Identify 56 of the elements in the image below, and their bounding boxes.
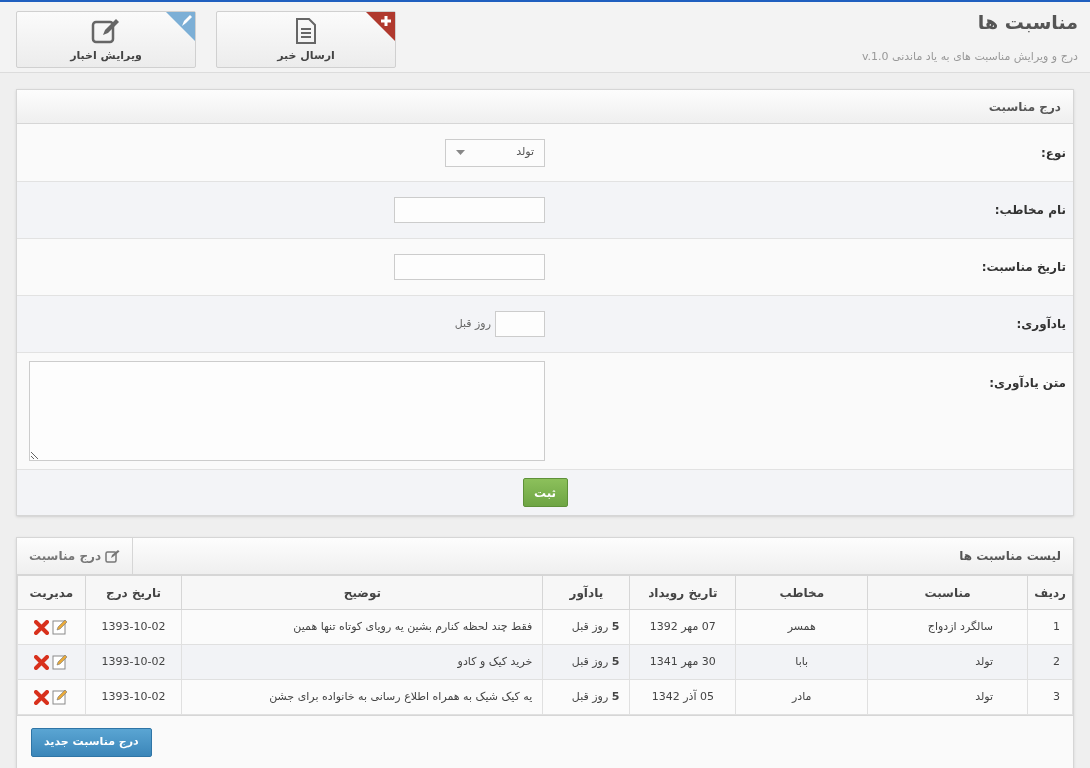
table-cell: خرید کیک و کادو	[181, 644, 543, 680]
delete-icon[interactable]	[34, 654, 50, 670]
table-cell: 07 مهر 1392	[629, 609, 736, 645]
panel-title: درج مناسبت	[17, 90, 1073, 124]
table-cell: تولد	[867, 644, 1028, 680]
field-label: نوع:	[1039, 144, 1067, 162]
column-header: توضیح	[181, 575, 543, 610]
table-cell: 1393-10-02	[85, 609, 182, 645]
table-cell: یه کیک شیک به همراه اطلاع رسانی به خانواده برای جشن	[181, 679, 543, 715]
field-label: متن یادآوری:	[988, 374, 1067, 392]
field-label: تاریخ مناسبت:	[980, 259, 1067, 276]
message-textarea[interactable]	[29, 361, 545, 461]
column-header: یادآور	[542, 575, 630, 610]
table-cell: 30 مهر 1341	[629, 644, 736, 680]
days-field[interactable]	[495, 311, 545, 337]
table-cell: 1393-10-02	[85, 679, 182, 715]
edit-icon[interactable]	[52, 689, 69, 705]
type-dropdown[interactable]: تولد	[445, 138, 545, 167]
table-cell: بابا	[735, 644, 868, 680]
table-cell: مادر	[735, 679, 868, 715]
input-field[interactable]	[394, 197, 545, 223]
edit-icon	[105, 549, 121, 563]
days-suffix: روز قبل	[454, 315, 491, 332]
plus-icon	[366, 12, 395, 41]
document-icon	[295, 17, 317, 44]
column-header: مخاطب	[735, 575, 868, 610]
field-label: نام مخاطب:	[993, 202, 1067, 219]
shortcut-button[interactable]: ارسال خبر	[216, 11, 396, 68]
shortcut-button[interactable]: ویرایش اخبار	[16, 11, 196, 68]
table-cell: 1	[1027, 609, 1073, 645]
edit-icon[interactable]	[52, 619, 69, 635]
table-cell: سالگرد ازدواج	[867, 609, 1028, 645]
delete-icon[interactable]	[34, 689, 50, 705]
caret-icon	[456, 150, 465, 155]
table-cell: تولد	[867, 679, 1028, 715]
add-tab[interactable]: درج مناسبت	[17, 538, 134, 574]
column-header: تاریخ درج	[85, 575, 182, 610]
table-cell: فقط چند لحظه کنارم بشین یه رویای کوتاه تنها همین	[181, 609, 543, 645]
pencil-icon	[166, 12, 195, 41]
column-header: مناسبت	[867, 575, 1028, 610]
table-cell: 2	[1027, 644, 1073, 680]
panel-title: لیست مناسبت ها	[958, 548, 1062, 565]
page-title: مناسبت ها	[976, 10, 1078, 35]
edit-icon[interactable]	[52, 654, 69, 670]
input-field[interactable]	[394, 254, 545, 280]
column-header: تاریخ رویداد	[629, 575, 736, 610]
column-header: ردیف	[1027, 575, 1073, 610]
field-label: یادآوری:	[1015, 315, 1067, 333]
page-subtitle: درج و ویرایش مناسبت های به یاد ماندنی v.1.0	[861, 48, 1078, 65]
table-cell: 05 آذر 1342	[629, 679, 736, 715]
edit-icon	[91, 17, 121, 44]
table-cell: 1393-10-02	[85, 644, 182, 680]
column-header: مدیریت	[17, 575, 86, 610]
delete-icon[interactable]	[34, 619, 50, 635]
table-cell: 3	[1027, 679, 1073, 715]
table-cell: همسر	[735, 609, 868, 645]
